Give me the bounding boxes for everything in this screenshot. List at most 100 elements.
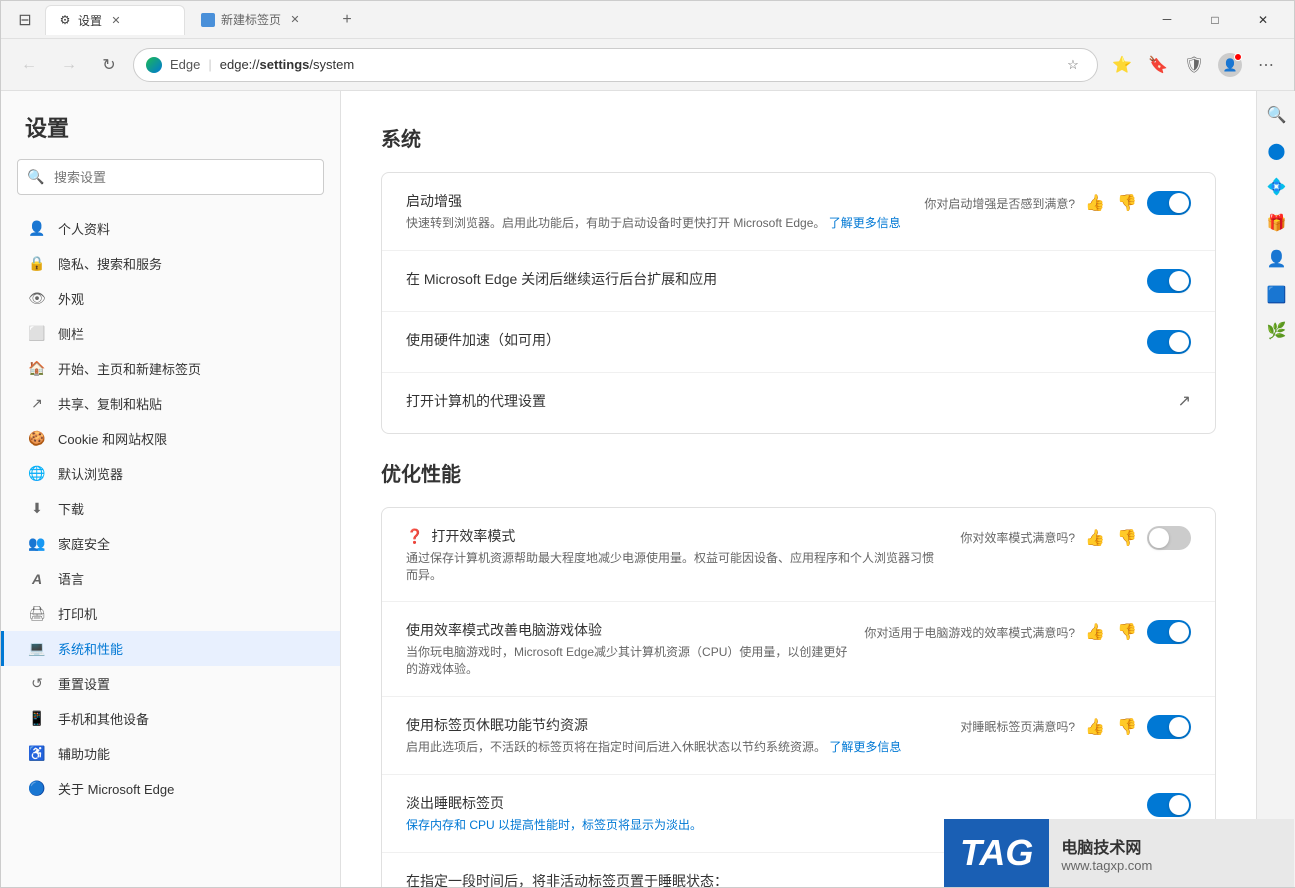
home-icon: 🏠 xyxy=(28,360,46,378)
performance-section-title: 优化性能 xyxy=(381,458,1216,487)
sidebar-item-printer-label: 打印机 xyxy=(58,604,97,623)
sleeping-tabs-title: 使用标签页休眠功能节约资源 xyxy=(406,715,944,735)
tab-settings[interactable]: ⚙ 设置 ✕ xyxy=(45,5,185,35)
forward-button[interactable]: → xyxy=(53,49,85,81)
system-card: 启动增强 快速转到浏览器。启用此功能后，有助于启动设备时更快打开 Microso… xyxy=(381,172,1216,434)
sidebar-item-default-browser[interactable]: 🌐 默认浏览器 xyxy=(1,456,340,491)
sleeping-tabs-toggle[interactable] xyxy=(1147,715,1191,739)
sidebar-item-share-label: 共享、复制和粘贴 xyxy=(58,394,162,413)
sidebar-item-accessibility-label: 辅助功能 xyxy=(58,744,110,763)
sidebar-item-sidebar-label: 侧栏 xyxy=(58,324,84,343)
sidebar-item-default-browser-label: 默认浏览器 xyxy=(58,464,123,483)
close-button[interactable]: ✕ xyxy=(1240,5,1286,35)
browser-essentials-icon[interactable]: 🛡 xyxy=(1178,49,1210,81)
sidebar-item-system[interactable]: 💻 系统和性能 xyxy=(1,631,340,666)
right-sidebar-user-btn[interactable]: 👤 xyxy=(1261,243,1293,275)
watermark-info: 电脑技术网 www.tagxp.com xyxy=(1049,819,1294,887)
star-icon[interactable]: ☆ xyxy=(1061,53,1085,77)
sidebar-item-system-label: 系统和性能 xyxy=(58,639,123,658)
sidebar-item-accessibility[interactable]: ♿ 辅助功能 xyxy=(1,736,340,771)
sidebar-item-cookies-label: Cookie 和网站权限 xyxy=(58,429,167,448)
sleep-timer-title: 在指定一段时间后，将非活动标签页置于睡眠状态： xyxy=(406,871,1035,887)
gaming-thumbdown-btn[interactable]: 👎 xyxy=(1115,620,1139,644)
proxy-row: 打开计算机的代理设置 ↗ xyxy=(382,373,1215,433)
gaming-efficiency-row: 使用效率模式改善电脑游戏体验 当你玩电脑游戏时，Microsoft Edge减少… xyxy=(382,602,1215,697)
sidebar-item-downloads[interactable]: ⬇ 下载 xyxy=(1,491,340,526)
refresh-button[interactable]: ↻ xyxy=(93,49,125,81)
right-sidebar-outlook-btn[interactable]: 🟦 xyxy=(1261,279,1293,311)
sleeping-thumbup-btn[interactable]: 👍 xyxy=(1083,715,1107,739)
edge-icon: 🔵 xyxy=(28,780,46,798)
efficiency-mode-toggle[interactable] xyxy=(1147,526,1191,550)
startup-boost-link[interactable]: 了解更多信息 xyxy=(829,216,901,230)
address-full: edge://settings/system xyxy=(220,57,354,72)
sidebar-item-reset[interactable]: ↺ 重置设置 xyxy=(1,666,340,701)
sidebar-item-language[interactable]: A 语言 xyxy=(1,561,340,596)
startup-boost-title: 启动增强 xyxy=(406,191,908,211)
settings-more-icon[interactable]: ⋯ xyxy=(1250,49,1282,81)
right-sidebar-edge-btn[interactable]: 🌿 xyxy=(1261,315,1293,347)
sidebar-item-mobile[interactable]: 📱 手机和其他设备 xyxy=(1,701,340,736)
maximize-button[interactable]: □ xyxy=(1192,5,1238,35)
minimize-button[interactable]: － xyxy=(1144,5,1190,35)
eye-icon: 👁 xyxy=(28,290,46,308)
system-section: 系统 启动增强 快速转到浏览器。启用此功能后，有助于启动设备时更快打开 Micr… xyxy=(381,123,1216,434)
efficiency-satisfaction-text: 你对效率模式满意吗? xyxy=(960,529,1075,546)
efficiency-thumbup-btn[interactable]: 👍 xyxy=(1083,526,1107,550)
sidebar-item-family[interactable]: 👥 家庭安全 xyxy=(1,526,340,561)
efficiency-mode-desc: 通过保存计算机资源帮助最大程度地减少电源使用量。权益可能因设备、应用程序和个人浏… xyxy=(406,550,944,584)
background-run-toggle[interactable] xyxy=(1147,269,1191,293)
tab-newtab-label: 新建标签页 xyxy=(221,11,281,28)
mobile-icon: 📱 xyxy=(28,710,46,728)
lock-icon: 🔒 xyxy=(28,255,46,273)
sidebar-item-start[interactable]: 🏠 开始、主页和新建标签页 xyxy=(1,351,340,386)
system-section-title: 系统 xyxy=(381,123,1216,152)
efficiency-thumbdown-btn[interactable]: 👎 xyxy=(1115,526,1139,550)
tab-settings-icon: ⚙ xyxy=(58,13,72,27)
address-text: Edge xyxy=(170,57,200,72)
gaming-efficiency-toggle[interactable] xyxy=(1147,620,1191,644)
hardware-accel-toggle[interactable] xyxy=(1147,330,1191,354)
startup-toggle[interactable] xyxy=(1147,191,1191,215)
sleeping-tabs-desc: 启用此选项后，不活跃的标签页将在指定时间后进入休眠状态以节约系统资源。 了解更多… xyxy=(406,739,944,756)
address-bar[interactable]: Edge | edge://settings/system ☆ xyxy=(133,48,1098,82)
computer-icon: 💻 xyxy=(28,640,46,658)
sidebar-toggle-btn[interactable]: ⊟ xyxy=(9,4,41,36)
tab-settings-close[interactable]: ✕ xyxy=(108,12,124,28)
new-tab-button[interactable]: + xyxy=(333,6,361,34)
sidebar-item-about[interactable]: 🔵 关于 Microsoft Edge xyxy=(1,771,340,806)
sidebar-item-appearance[interactable]: 👁 外观 xyxy=(1,281,340,316)
sleeping-tabs-link[interactable]: 了解更多信息 xyxy=(829,740,901,754)
sidebar-item-share[interactable]: ↗ 共享、复制和粘贴 xyxy=(1,386,340,421)
sidebar-item-privacy[interactable]: 🔒 隐私、搜索和服务 xyxy=(1,246,340,281)
search-input[interactable] xyxy=(17,159,324,195)
tab-newtab[interactable]: 新建标签页 ✕ xyxy=(189,5,329,35)
sidebar-item-cookies[interactable]: 🍪 Cookie 和网站权限 xyxy=(1,421,340,456)
hardware-accel-title: 使用硬件加速（如可用） xyxy=(406,330,1131,350)
fade-sleeping-title: 淡出睡眠标签页 xyxy=(406,793,1131,813)
proxy-external-icon[interactable]: ↗ xyxy=(1178,391,1191,411)
gaming-efficiency-desc: 当你玩电脑游戏时，Microsoft Edge减少其计算机资源（CPU）使用量，… xyxy=(406,644,848,678)
sidebar-item-appearance-label: 外观 xyxy=(58,289,84,308)
profile-button[interactable]: 👤 xyxy=(1214,49,1246,81)
sidebar-item-profile[interactable]: 👤 个人资料 xyxy=(1,211,340,246)
fade-sleeping-toggle[interactable] xyxy=(1147,793,1191,817)
sidebar-item-printer[interactable]: 🖨 打印机 xyxy=(1,596,340,631)
gaming-thumbup-btn[interactable]: 👍 xyxy=(1083,620,1107,644)
right-sidebar-search-btn[interactable]: 🔍 xyxy=(1261,99,1293,131)
right-sidebar-bing-btn[interactable]: ⬤ xyxy=(1261,135,1293,167)
favourites-icon[interactable]: ⭐ xyxy=(1106,49,1138,81)
startup-thumbup-btn[interactable]: 👍 xyxy=(1083,191,1107,215)
collections-icon[interactable]: 🔖 xyxy=(1142,49,1174,81)
sidebar-item-sidebar[interactable]: ⬜ 侧栏 xyxy=(1,316,340,351)
right-sidebar-shopping-btn[interactable]: 🎁 xyxy=(1261,207,1293,239)
startup-boost-desc: 快速转到浏览器。启用此功能后，有助于启动设备时更快打开 Microsoft Ed… xyxy=(406,215,908,232)
back-button[interactable]: ← xyxy=(13,49,45,81)
proxy-title: 打开计算机的代理设置 xyxy=(406,391,1162,411)
sleeping-tabs-row: 使用标签页休眠功能节约资源 启用此选项后，不活跃的标签页将在指定时间后进入休眠状… xyxy=(382,697,1215,775)
tab-newtab-close[interactable]: ✕ xyxy=(287,12,303,28)
right-sidebar-wallet-btn[interactable]: 💠 xyxy=(1261,171,1293,203)
sidebar-item-start-label: 开始、主页和新建标签页 xyxy=(58,359,201,378)
startup-thumbdown-btn[interactable]: 👎 xyxy=(1115,191,1139,215)
sleeping-thumbdown-btn[interactable]: 👎 xyxy=(1115,715,1139,739)
